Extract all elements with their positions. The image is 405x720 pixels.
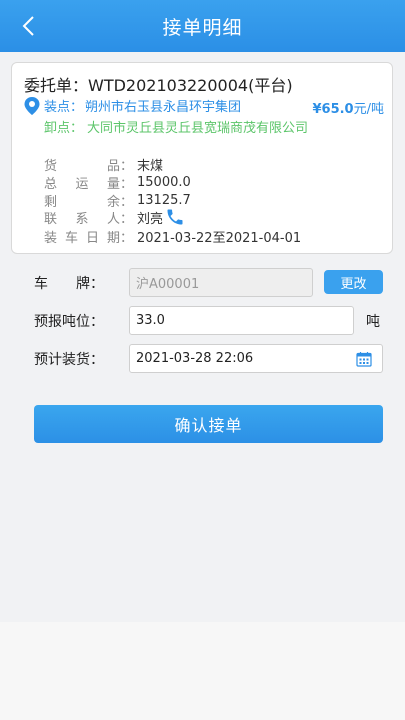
plate-field: 沪A00001 <box>129 268 313 297</box>
contact-value: 刘亮 <box>137 211 164 227</box>
info-row-goods: 货品 ： 末煤 <box>44 155 163 174</box>
tonnage-unit: 吨 <box>366 314 380 330</box>
remaining-value: 13125.7 <box>137 193 191 208</box>
total-value: 15000.0 <box>137 175 191 190</box>
plate-label: 车 牌： <box>34 276 104 292</box>
tonnage-label: 预报吨位： <box>34 314 104 330</box>
unit-price: ¥65.0元/吨 <box>312 98 384 117</box>
unload-point-address: 大同市灵丘县灵丘县宽瑞商茂有限公司 <box>87 121 309 136</box>
goods-label: 货品 <box>44 159 120 174</box>
unload-point-row: 卸点： 大同市灵丘县灵丘县宽瑞商茂有限公司 <box>44 121 314 137</box>
goods-value: 末煤 <box>137 159 164 174</box>
order-title: 委托单：WTD202103220004(平台) <box>24 76 293 95</box>
price-unit: 元/吨 <box>353 102 384 117</box>
order-card: 委托单：WTD202103220004(平台) 装点： 朔州市右玉县永昌环宇集团… <box>11 62 393 254</box>
load-date-value: 2021-03-22至2021-04-01 <box>137 231 302 246</box>
header-bar: 接单明细 <box>0 0 405 52</box>
confirm-order-button[interactable]: 确认接单 <box>34 405 383 443</box>
tonnage-input[interactable]: 33.0 <box>129 306 354 335</box>
contact-label: 联系人 <box>44 211 120 227</box>
load-time-label: 预计装货： <box>34 352 104 368</box>
load-time-row: 预计装货： 2021-03-28 22:06 <box>0 344 405 374</box>
location-pin-icon <box>24 96 40 115</box>
info-row-load-date: 装车日期 ： 2021-03-22至2021-04-01 <box>44 227 301 246</box>
total-label: 总运量 <box>44 177 120 192</box>
load-point-row: 装点： 朔州市右玉县永昌环宇集团 ¥65.0元/吨 <box>24 96 384 117</box>
info-row-total: 总运量 ： 15000.0 <box>44 175 191 192</box>
price-value: ¥65.0 <box>312 102 354 117</box>
plate-row: 车 牌： 沪A00001 更改 <box>0 268 405 298</box>
back-icon <box>22 16 34 36</box>
load-date-label: 装车日期 <box>44 231 120 246</box>
calendar-icon[interactable] <box>356 351 372 367</box>
phone-icon[interactable] <box>165 207 185 227</box>
change-plate-button[interactable]: 更改 <box>324 270 383 294</box>
load-point-label: 装点： <box>44 100 84 115</box>
info-row-contact: 联系人 ： 刘亮 <box>44 207 185 227</box>
load-point-address: 朔州市右玉县永昌环宇集团 <box>85 100 242 115</box>
bottom-area <box>0 622 405 720</box>
page-title: 接单明细 <box>162 16 243 39</box>
load-time-input[interactable]: 2021-03-28 22:06 <box>129 344 383 373</box>
unload-point-label: 卸点： <box>44 121 84 136</box>
load-time-value: 2021-03-28 22:06 <box>136 351 254 366</box>
back-button[interactable] <box>18 14 42 38</box>
tonnage-row: 预报吨位： 33.0 吨 <box>0 306 405 336</box>
